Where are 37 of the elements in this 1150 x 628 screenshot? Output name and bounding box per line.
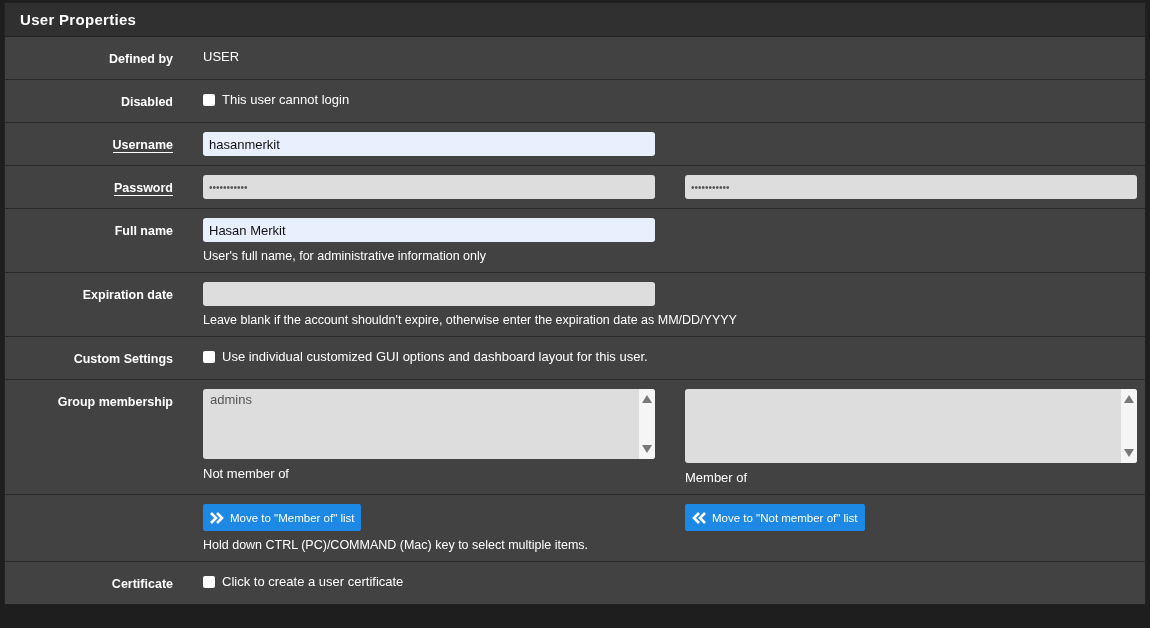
field-label: Username <box>112 138 173 153</box>
checkbox-label[interactable]: This user cannot login <box>222 89 350 111</box>
move-button[interactable]: Move to "Not member of" list <box>685 504 865 531</box>
checkbox-label[interactable]: Use individual customized GUI options and dashboard layout for this user. <box>222 346 648 368</box>
list-caption: Member of <box>685 470 749 485</box>
checkbox[interactable] <box>203 576 215 588</box>
move-button[interactable]: Move to "Member of" list <box>203 504 362 531</box>
list-caption: Not member of <box>203 466 290 481</box>
password-field[interactable]: ••••••••••• <box>685 175 1137 199</box>
checkbox-label[interactable]: Click to create a user certificate <box>222 571 404 593</box>
checkbox[interactable] <box>203 351 215 363</box>
scroll-up-icon[interactable] <box>642 395 652 403</box>
field-label: Certificate <box>111 577 173 591</box>
scroll-down-icon[interactable] <box>1124 449 1134 457</box>
text-input-field[interactable]: Hasan Merkit <box>203 218 655 242</box>
help-text: User's full name, for administrative information only <box>203 249 488 263</box>
text-input-field[interactable]: hasanmerkit <box>203 132 655 156</box>
field-label: Group membership <box>57 395 173 409</box>
field-label: Defined by <box>109 52 173 66</box>
text-input-field[interactable] <box>203 282 655 306</box>
help-text: Leave blank if the account shouldn't expire, otherwise enter the expiration date as MM/DD/YYYY <box>203 313 737 327</box>
double-chevron-left-icon <box>692 511 706 524</box>
list-option[interactable]: admins <box>210 392 632 407</box>
scroll-up-icon[interactable] <box>1124 395 1134 403</box>
password-field[interactable]: ••••••••••• <box>203 175 655 199</box>
help-text: Hold down CTRL (PC)/COMMAND (Mac) key to select multiple items. <box>203 538 590 552</box>
double-chevron-right-icon <box>210 511 224 524</box>
field-label: Expiration date <box>82 288 173 302</box>
field-label: Custom Settings <box>73 352 173 366</box>
panel-title: User Properties <box>20 11 137 28</box>
group-list-box[interactable]: admins <box>203 389 655 459</box>
checkbox[interactable] <box>203 94 215 106</box>
field-label: Full name <box>114 224 173 238</box>
field-value: USER <box>203 48 240 66</box>
scroll-down-icon[interactable] <box>642 445 652 453</box>
field-label: Disabled <box>120 95 173 109</box>
field-label: Password <box>113 181 173 196</box>
